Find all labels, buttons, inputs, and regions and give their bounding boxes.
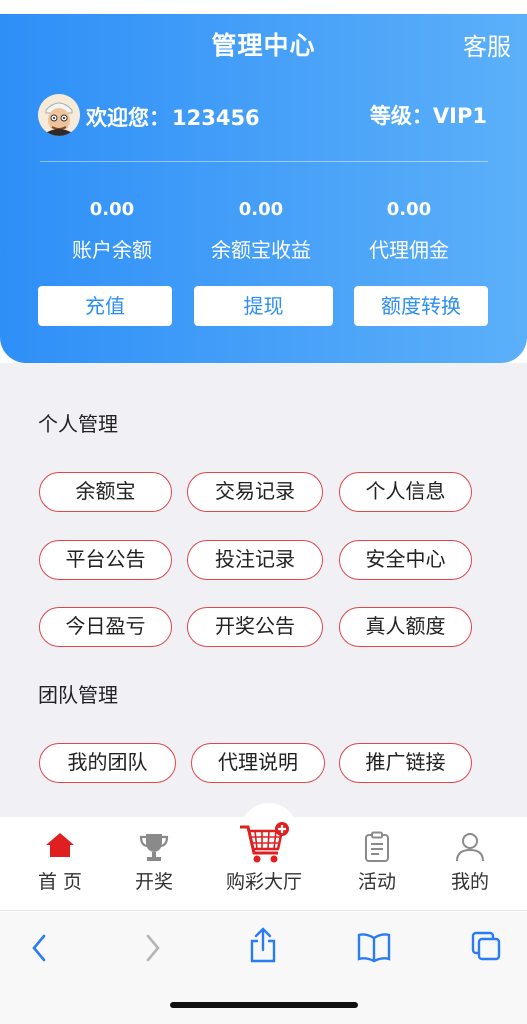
- tab-label: 我的: [450, 871, 489, 893]
- stat-label: 余额宝收益: [211, 238, 311, 262]
- status-bar-area: [0, 0, 527, 14]
- tab-mine[interactable]: 我的: [420, 817, 520, 911]
- section-title-personal: 个人管理: [38, 412, 118, 436]
- stat-value: 0.00: [386, 199, 432, 220]
- tabs-icon[interactable]: [470, 930, 502, 968]
- tab-label: 活动: [357, 871, 396, 893]
- username: 123456: [172, 106, 260, 130]
- today-profit-loss-button[interactable]: 今日盈亏: [39, 607, 172, 647]
- home-indicator: [170, 1002, 358, 1008]
- yuebao-button[interactable]: 余额宝: [39, 472, 172, 512]
- section-title-team: 团队管理: [38, 683, 118, 707]
- page-title: 管理中心: [211, 31, 316, 60]
- cart-icon: [238, 821, 290, 871]
- account-header: 管理中心 客服 欢迎您：123456 等级：VIP1 0.00 账户余额 0.0…: [0, 14, 527, 363]
- divider: [40, 161, 488, 162]
- back-icon[interactable]: [28, 930, 50, 970]
- recharge-button[interactable]: 充值: [38, 286, 172, 326]
- stat-value: 0.00: [89, 199, 135, 220]
- tab-lottery-hall[interactable]: 购彩大厅: [214, 817, 314, 911]
- tab-label: 首 页: [37, 871, 83, 893]
- person-icon: [455, 831, 485, 867]
- share-icon[interactable]: [248, 926, 278, 968]
- forward-icon[interactable]: [142, 930, 164, 970]
- home-icon: [44, 831, 76, 863]
- avatar[interactable]: [38, 94, 80, 136]
- welcome-text: 欢迎您：123456: [86, 102, 260, 132]
- security-center-button[interactable]: 安全中心: [339, 540, 472, 580]
- tab-draw[interactable]: 开奖: [104, 817, 204, 911]
- bottom-tab-bar: 首 页 开奖 购彩大厅 活动 我的: [0, 803, 527, 911]
- stat-yuebao-earnings: 0.00 余额宝收益: [191, 199, 331, 263]
- clipboard-icon: [363, 831, 391, 867]
- trophy-icon: [138, 831, 170, 867]
- stat-account-balance: 0.00 账户余额: [42, 199, 182, 263]
- quota-transfer-button[interactable]: 额度转换: [354, 286, 488, 326]
- stat-agent-commission: 0.00 代理佣金: [339, 199, 479, 263]
- stat-value: 0.00: [238, 199, 284, 220]
- browser-toolbar: [0, 912, 527, 1024]
- live-quota-button[interactable]: 真人额度: [339, 607, 472, 647]
- draw-notice-button[interactable]: 开奖公告: [187, 607, 323, 647]
- platform-notice-button[interactable]: 平台公告: [39, 540, 172, 580]
- welcome-label: 欢迎您：: [86, 106, 170, 130]
- my-team-button[interactable]: 我的团队: [39, 743, 176, 783]
- avatar-icon: [38, 94, 80, 136]
- vip-level: 等级：VIP1: [369, 104, 487, 128]
- menu-content: 个人管理 余额宝 交易记录 个人信息 平台公告 投注记录 安全中心 今日盈亏 开…: [0, 363, 527, 817]
- tab-activity[interactable]: 活动: [327, 817, 427, 911]
- withdraw-button[interactable]: 提现: [194, 286, 333, 326]
- bookmarks-icon[interactable]: [356, 930, 392, 968]
- tab-label: 开奖: [134, 871, 173, 893]
- customer-service-button[interactable]: 客服: [463, 27, 511, 62]
- transaction-records-button[interactable]: 交易记录: [187, 472, 323, 512]
- bet-records-button[interactable]: 投注记录: [187, 540, 323, 580]
- promo-link-button[interactable]: 推广链接: [339, 743, 472, 783]
- personal-info-button[interactable]: 个人信息: [339, 472, 472, 512]
- stat-label: 账户余额: [72, 238, 152, 262]
- agent-info-button[interactable]: 代理说明: [191, 743, 325, 783]
- tab-home[interactable]: 首 页: [10, 817, 110, 911]
- tab-label: 购彩大厅: [225, 871, 302, 893]
- stat-label: 代理佣金: [369, 238, 449, 262]
